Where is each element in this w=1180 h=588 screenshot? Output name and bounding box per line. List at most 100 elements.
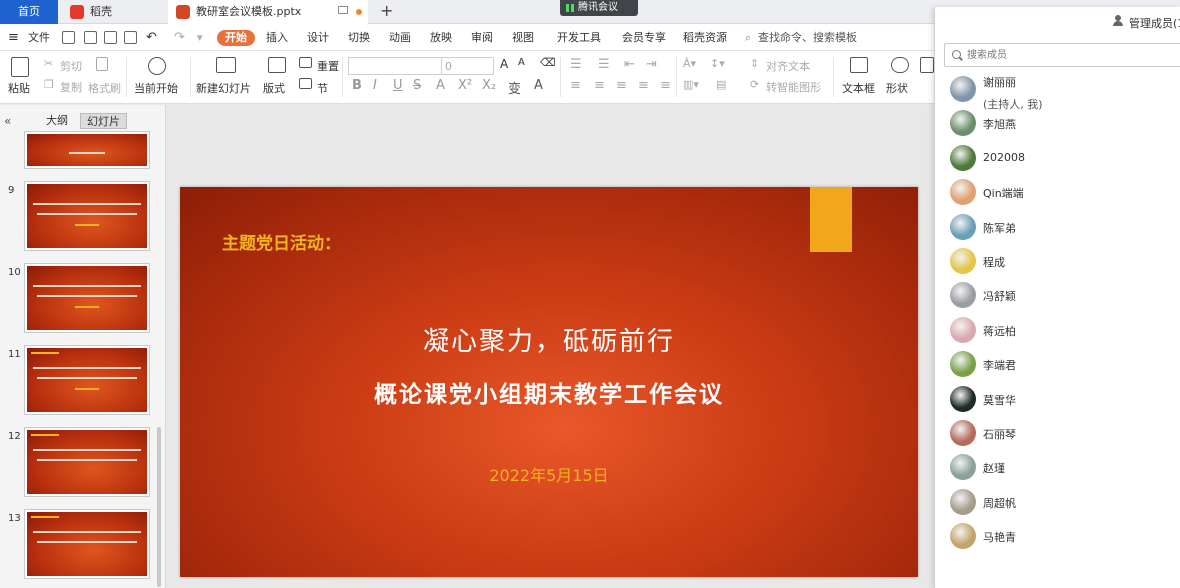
member-row[interactable]: 陈军弟 — [935, 210, 1180, 244]
distribute-icon[interactable]: ≡ — [660, 78, 671, 93]
scissors-icon[interactable]: ✂ — [44, 57, 53, 70]
paste-button[interactable]: 粘贴 — [8, 80, 30, 96]
collapse-panel-icon[interactable]: « — [4, 114, 11, 128]
italic-icon[interactable]: I — [373, 78, 377, 93]
shape-icon[interactable] — [891, 57, 909, 73]
tab-design[interactable]: 设计 — [307, 30, 329, 46]
cut-button[interactable]: 剪切 — [60, 58, 82, 74]
textbox-icon[interactable] — [850, 57, 868, 73]
superscript-icon[interactable]: X² — [458, 78, 472, 93]
layout-button[interactable]: 版式 — [263, 80, 285, 96]
new-tab-button[interactable]: + — [380, 0, 393, 22]
hamburger-icon[interactable]: ≡ — [8, 30, 19, 46]
member-row[interactable]: 冯舒颖 — [935, 278, 1180, 312]
member-row[interactable]: 蒋远柏 — [935, 313, 1180, 347]
clear-format-icon[interactable]: ⌫ — [540, 56, 556, 69]
copy-icon[interactable]: ❐ — [44, 78, 54, 91]
slide-thumbnail[interactable] — [24, 131, 150, 169]
member-row[interactable]: 赵瑾 — [935, 450, 1180, 484]
save-icon[interactable] — [62, 31, 75, 44]
smart-graphic-icon[interactable]: ⟳ — [750, 78, 759, 91]
pinyin-icon[interactable]: 变 — [508, 78, 521, 97]
tab-slides[interactable]: 幻灯片 — [80, 113, 127, 129]
slide-thumbnail[interactable] — [24, 263, 150, 333]
slide-subtitle[interactable]: 概论课党小组期末教学工作会议 — [180, 375, 918, 409]
columns-icon[interactable]: ▥▾ — [683, 78, 699, 91]
tab-view[interactable]: 视图 — [512, 30, 534, 46]
tab-document[interactable]: 教研室会议模板.pptx — [168, 0, 368, 24]
align-text-icon[interactable]: ⇕ — [750, 57, 759, 70]
align-text-button[interactable]: 对齐文本 — [766, 58, 810, 74]
print-icon[interactable] — [104, 31, 117, 44]
decrease-indent-icon[interactable]: ⇤ — [624, 57, 635, 72]
layout-icon[interactable] — [268, 57, 286, 73]
member-row[interactable]: 程成 — [935, 244, 1180, 278]
quick-access-dropdown-icon[interactable]: ▾ — [197, 30, 203, 46]
paragraph-icon[interactable]: ▤ — [716, 78, 726, 91]
member-row[interactable]: 李端君 — [935, 347, 1180, 381]
new-slide-button[interactable]: 新建幻灯片 — [196, 80, 251, 96]
reset-button[interactable]: 重置 — [317, 58, 339, 74]
decrease-font-icon[interactable]: A — [518, 57, 525, 68]
reset-icon[interactable] — [299, 57, 312, 68]
font-selector[interactable]: 0 — [348, 57, 494, 75]
smart-graphic-button[interactable]: 转智能图形 — [766, 79, 821, 95]
member-row[interactable]: 马艳青 — [935, 519, 1180, 553]
tab-animation[interactable]: 动画 — [389, 30, 411, 46]
font-color-icon[interactable]: A — [534, 78, 543, 93]
tab-daoke[interactable]: 稻壳 — [62, 0, 164, 24]
play-icon[interactable] — [148, 57, 166, 75]
numbered-list-icon[interactable]: ☰ — [598, 57, 610, 72]
search-icon[interactable]: ⌕ — [745, 30, 751, 46]
section-button[interactable]: 节 — [317, 80, 328, 96]
strikethrough-icon[interactable]: S — [413, 78, 421, 93]
increase-indent-icon[interactable]: ⇥ — [646, 57, 657, 72]
export-pdf-icon[interactable] — [84, 31, 97, 44]
underline-icon[interactable]: U — [393, 78, 403, 93]
text-shadow-icon[interactable]: A — [436, 78, 445, 93]
text-direction-icon[interactable]: Ā▾ — [683, 57, 696, 70]
member-row[interactable]: 石丽琴 — [935, 416, 1180, 450]
new-slide-icon[interactable] — [216, 57, 236, 73]
member-row[interactable]: 谢丽丽 (主持人, 我) — [935, 72, 1180, 111]
font-size-field[interactable]: 0 — [445, 60, 452, 73]
tencent-meeting-bar[interactable]: 腾讯会议 — [560, 0, 638, 16]
align-center-icon[interactable]: ≡ — [594, 78, 605, 93]
tab-developer[interactable]: 开发工具 — [557, 30, 601, 46]
tab-review[interactable]: 审阅 — [471, 30, 493, 46]
tab-insert[interactable]: 插入 — [266, 30, 288, 46]
redo-icon[interactable]: ↷ — [174, 30, 185, 46]
panel-scrollbar[interactable] — [157, 427, 161, 587]
section-icon[interactable] — [299, 78, 312, 89]
member-row[interactable]: 周超帆 — [935, 485, 1180, 519]
command-search[interactable]: 查找命令、搜索模板 — [758, 30, 857, 46]
member-row[interactable]: 李旭燕 — [935, 106, 1180, 140]
member-row[interactable]: 202008 — [935, 141, 1180, 175]
paste-icon[interactable] — [11, 57, 29, 77]
member-row[interactable]: 莫雪华 — [935, 382, 1180, 416]
textbox-button[interactable]: 文本框 — [842, 80, 875, 96]
line-spacing-icon[interactable]: ↕▾ — [710, 57, 725, 70]
start-from-current-button[interactable]: 当前开始 — [134, 80, 178, 96]
shape-button[interactable]: 形状 — [886, 80, 908, 96]
tab-member[interactable]: 会员专享 — [622, 30, 666, 46]
slide-title[interactable]: 凝心聚力，砥砺前行 — [180, 321, 918, 358]
slide-tag-text[interactable]: 主题党日活动： — [222, 229, 341, 254]
slide-thumbnail[interactable] — [24, 427, 150, 497]
slide-thumbnail[interactable] — [24, 509, 150, 579]
slide-thumbnail[interactable] — [24, 181, 150, 251]
tab-transition[interactable]: 切换 — [348, 30, 370, 46]
bullet-list-icon[interactable]: ☰ — [570, 57, 582, 72]
tab-home[interactable]: 首页 — [0, 0, 58, 24]
member-row[interactable]: Qin端端 — [935, 175, 1180, 209]
slide-thumbnail[interactable] — [24, 345, 150, 415]
tab-slideshow[interactable]: 放映 — [430, 30, 452, 46]
format-painter-button[interactable]: 格式刷 — [88, 80, 121, 96]
format-painter-icon[interactable] — [96, 57, 108, 71]
member-search-box[interactable] — [944, 43, 1180, 67]
increase-font-icon[interactable]: A — [500, 57, 508, 71]
bold-icon[interactable]: B — [352, 78, 362, 93]
tab-outline[interactable]: 大纲 — [40, 113, 74, 129]
align-right-icon[interactable]: ≡ — [616, 78, 627, 93]
current-slide[interactable]: 主题党日活动： 凝心聚力，砥砺前行 概论课党小组期末教学工作会议 2022年5月… — [180, 187, 918, 577]
